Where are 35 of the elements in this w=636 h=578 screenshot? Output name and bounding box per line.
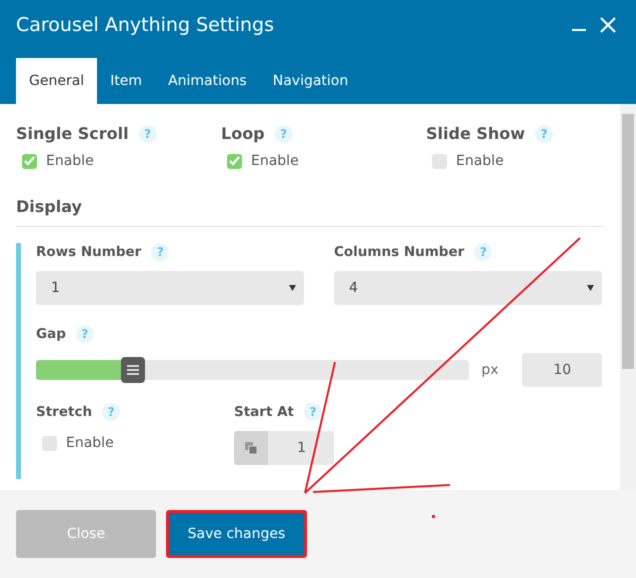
gap-input[interactable]: 10 bbox=[522, 353, 602, 387]
tab[interactable]: General bbox=[16, 58, 98, 104]
field-label: Start At bbox=[234, 404, 294, 420]
unit-label: px bbox=[481, 362, 498, 378]
field-label: Rows Number bbox=[36, 244, 142, 260]
checkbox[interactable] bbox=[227, 154, 242, 168]
select-field[interactable]: 4 bbox=[334, 271, 602, 305]
checkbox[interactable] bbox=[42, 436, 57, 450]
start-at-field[interactable]: 1 bbox=[234, 431, 334, 465]
section-heading: Display bbox=[16, 197, 604, 227]
tab[interactable]: Item bbox=[97, 58, 156, 104]
field-label: Columns Number bbox=[334, 244, 464, 260]
checkbox-label: Enable bbox=[251, 153, 299, 169]
scrollbar[interactable] bbox=[620, 104, 636, 490]
tab[interactable]: Navigation bbox=[260, 58, 362, 104]
select-field[interactable]: 1 bbox=[36, 271, 304, 305]
option-label: Single Scroll bbox=[16, 124, 129, 143]
checkbox[interactable] bbox=[22, 154, 37, 168]
slider-handle[interactable] bbox=[121, 357, 146, 383]
dropdown-arrow-icon bbox=[587, 285, 594, 291]
option-label: Loop bbox=[221, 124, 265, 143]
field-label: Gap bbox=[36, 326, 66, 342]
dropdown-arrow-icon bbox=[289, 285, 296, 291]
option-label: Slide Show bbox=[426, 124, 526, 143]
checkbox[interactable] bbox=[432, 154, 447, 168]
close-icon[interactable] bbox=[600, 17, 616, 33]
save-button[interactable]: Save changes bbox=[166, 510, 307, 558]
checkbox-label: Enable bbox=[46, 153, 94, 169]
checkbox-label: Enable bbox=[66, 435, 114, 451]
slider-track[interactable] bbox=[36, 360, 470, 380]
field-label: Stretch bbox=[36, 404, 92, 420]
copy-icon bbox=[244, 441, 258, 455]
checkbox-label: Enable bbox=[456, 153, 504, 169]
tab[interactable]: Animations bbox=[155, 58, 260, 104]
window-title: Carousel Anything Settings bbox=[16, 14, 274, 36]
